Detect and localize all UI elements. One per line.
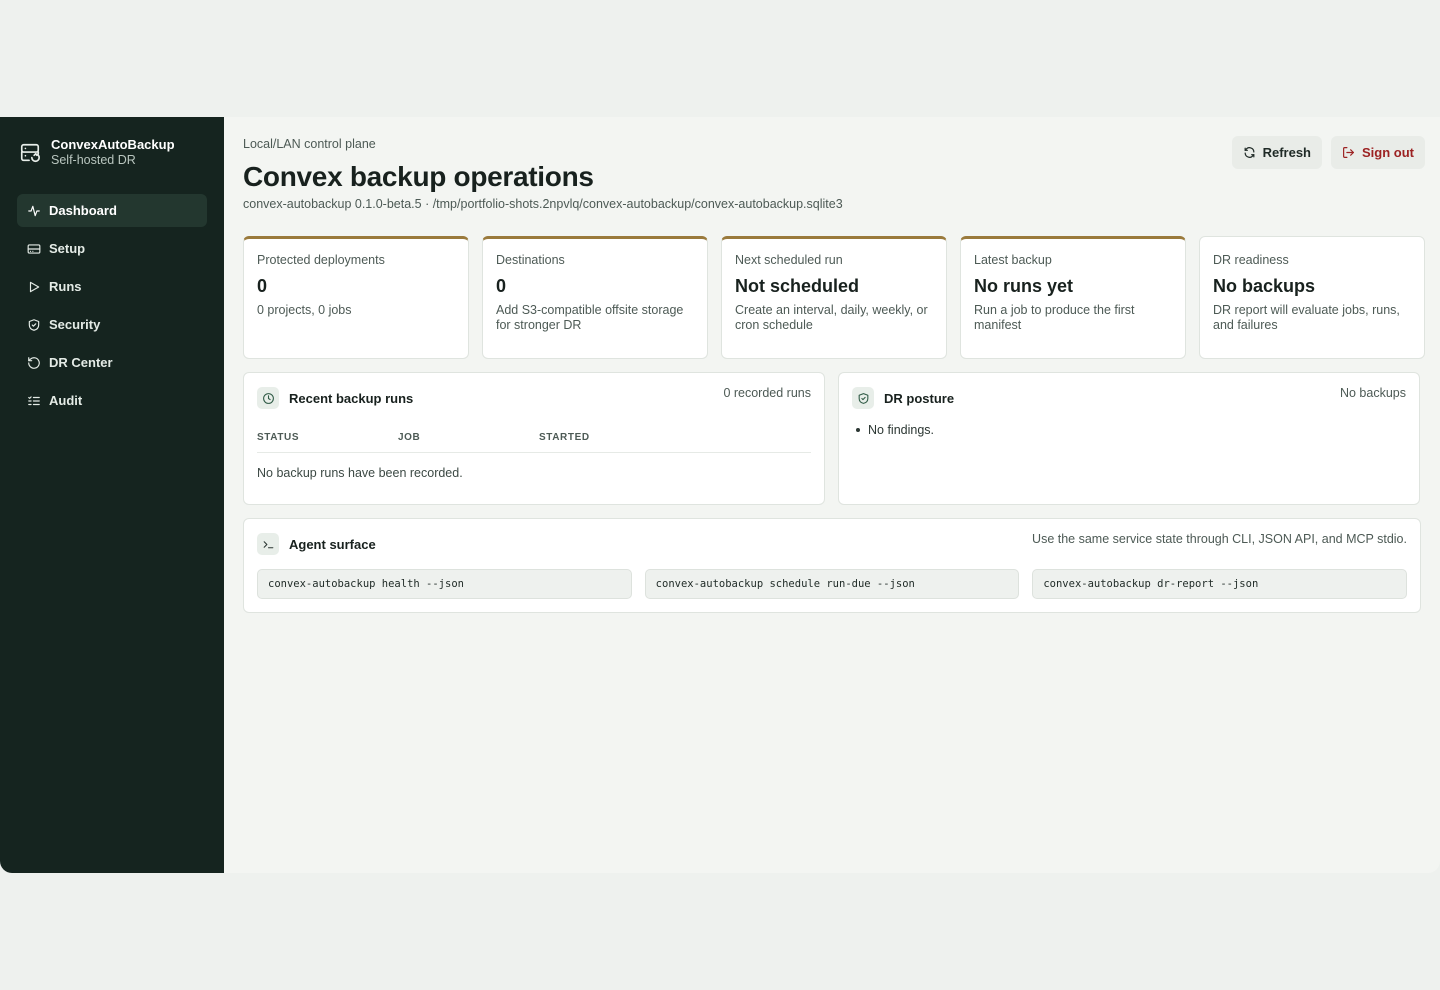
empty-state: No backup runs have been recorded.: [257, 466, 463, 480]
sidebar-item-label: Security: [49, 317, 101, 332]
list-check-icon: [28, 395, 40, 405]
stat-card-latest-backup: Latest backup No runs yet Run a job to p…: [960, 236, 1186, 359]
panel-title: DR posture: [884, 390, 955, 406]
stat-label: Destinations: [496, 253, 565, 267]
command-schedule-run-due[interactable]: convex-autobackup schedule run-due --jso…: [644, 569, 1020, 599]
sidebar-item-runs[interactable]: Runs: [17, 270, 207, 303]
sidebar-item-audit[interactable]: Audit: [17, 384, 207, 417]
stat-cards: Protected deployments 0 0 projects, 0 jo…: [243, 236, 1425, 359]
table-header: STATUS JOB STARTED: [257, 432, 811, 453]
sidebar-item-label: Dashboard: [49, 203, 117, 218]
stat-note: Add S3-compatible offsite storage for st…: [496, 303, 684, 332]
refresh-button[interactable]: Refresh: [1231, 136, 1322, 169]
sidebar-item-label: Setup: [49, 241, 86, 256]
agent-surface-panel: Agent surface Use the same service state…: [243, 518, 1421, 613]
page-subtitle: convex-autobackup 0.1.0-beta.5 · /tmp/po…: [243, 197, 843, 211]
stat-value: 0: [496, 276, 507, 296]
drive-icon: [27, 243, 41, 254]
refresh-label: Refresh: [1262, 145, 1311, 160]
sign-out-label: Sign out: [1362, 145, 1414, 160]
command-dr-report[interactable]: convex-autobackup dr-report --json: [1032, 569, 1408, 599]
main-content: Refresh Sign out Local/LAN control plane…: [224, 117, 1440, 873]
brand: ConvexAutoBackup Self-hosted DR: [17, 137, 207, 168]
recent-runs-panel: Recent backup runs 0 recorded runs STATU…: [243, 372, 825, 505]
database-icon: [19, 142, 41, 164]
dr-posture-panel: DR posture No backups No findings.: [838, 372, 1420, 505]
command-health[interactable]: convex-autobackup health --json: [257, 569, 632, 599]
sidebar-item-dashboard[interactable]: Dashboard: [17, 194, 207, 227]
stat-value: 0: [257, 276, 268, 296]
top-actions: Refresh Sign out: [1231, 136, 1425, 169]
activity-icon: [28, 205, 40, 216]
stat-note: Run a job to produce the first manifest: [974, 303, 1135, 332]
column-header-job: JOB: [398, 432, 421, 443]
log-out-icon: [1343, 147, 1354, 158]
command-list: convex-autobackup health --json convex-a…: [257, 569, 1408, 599]
sidebar-item-setup[interactable]: Setup: [17, 232, 207, 265]
stat-value: No backups: [1213, 276, 1316, 296]
stat-label: Latest backup: [974, 253, 1052, 267]
stat-card-protected-deployments: Protected deployments 0 0 projects, 0 jo…: [243, 236, 469, 359]
column-header-status: STATUS: [257, 432, 300, 443]
sidebar: ConvexAutoBackup Self-hosted DR Dashboar…: [0, 117, 224, 873]
stat-card-dr-readiness: DR readiness No backups DR report will e…: [1199, 236, 1425, 359]
panel-title: Agent surface: [289, 536, 376, 552]
shield-icon: [28, 318, 40, 331]
brand-name: ConvexAutoBackup: [51, 137, 175, 152]
sign-out-button[interactable]: Sign out: [1331, 136, 1425, 169]
stat-card-destinations: Destinations 0 Add S3-compatible offsite…: [482, 236, 708, 359]
sidebar-item-dr-center[interactable]: DR Center: [17, 346, 207, 379]
app-window: ConvexAutoBackup Self-hosted DR Dashboar…: [0, 117, 1440, 873]
panel-title: Recent backup runs: [289, 390, 414, 406]
stat-value: No runs yet: [974, 276, 1074, 296]
panel-header: DR posture: [852, 387, 1406, 409]
bullet-icon: [856, 428, 860, 432]
clock-icon: [257, 387, 279, 409]
brand-subtitle: Self-hosted DR: [51, 153, 136, 167]
sidebar-item-label: Audit: [49, 393, 83, 408]
stat-note: Create an interval, daily, weekly, or cr…: [735, 303, 928, 332]
column-header-started: STARTED: [539, 432, 590, 443]
posture-status: No backups: [1339, 386, 1406, 400]
stat-label: DR readiness: [1213, 253, 1289, 267]
agent-surface-description: Use the same service state through CLI, …: [1032, 532, 1407, 546]
recorded-runs-count: 0 recorded runs: [723, 386, 811, 400]
sidebar-item-label: Runs: [49, 279, 82, 294]
panels-row: Recent backup runs 0 recorded runs STATU…: [243, 372, 1425, 505]
sidebar-item-security[interactable]: Security: [17, 308, 207, 341]
stat-label: Next scheduled run: [735, 253, 843, 267]
shield-check-icon: [852, 387, 874, 409]
stat-label: Protected deployments: [257, 253, 385, 267]
stat-value: Not scheduled: [735, 276, 860, 296]
history-icon: [28, 356, 40, 369]
stat-note: 0 projects, 0 jobs: [257, 303, 352, 317]
stat-note: DR report will evaluate jobs, runs, and …: [1213, 303, 1400, 332]
stat-card-next-scheduled-run: Next scheduled run Not scheduled Create …: [721, 236, 947, 359]
play-icon: [29, 281, 40, 292]
finding-text: No findings.: [868, 423, 935, 437]
sidebar-item-label: DR Center: [49, 355, 113, 370]
terminal-icon: [257, 533, 279, 555]
refresh-icon: [1244, 147, 1255, 158]
finding-item: No findings.: [852, 423, 1406, 437]
